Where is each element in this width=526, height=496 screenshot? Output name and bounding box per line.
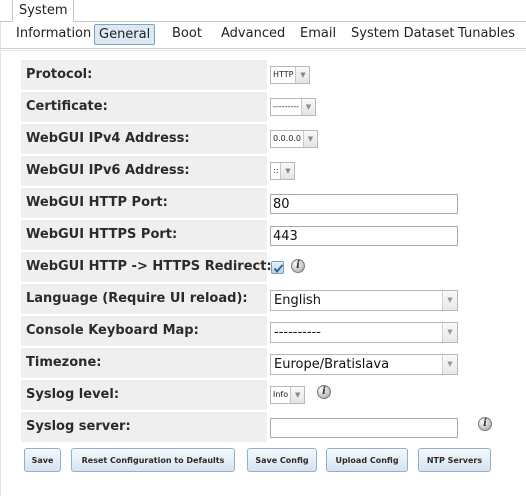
https-port-label: WebGUI HTTPS Port: [21, 220, 267, 250]
form-actions: Save Reset Configuration to Defaults Sav… [21, 448, 501, 472]
tab-general[interactable]: General [94, 24, 156, 45]
ipv6-label: WebGUI IPv6 Address: [21, 156, 267, 186]
chevron-down-icon: ▼ [442, 291, 457, 310]
keyboard-map-value: ---------- [274, 325, 321, 340]
language-row: Language (Require UI reload): English ▼ [21, 284, 495, 316]
tab-advanced[interactable]: Advanced [221, 24, 285, 45]
ntp-servers-button[interactable]: NTP Servers [418, 448, 491, 472]
tab-information[interactable]: Information [16, 24, 91, 45]
ipv4-label: WebGUI IPv4 Address: [21, 124, 267, 154]
chevron-down-icon: ▼ [295, 67, 310, 83]
certificate-select[interactable]: --------- ▼ [270, 98, 316, 116]
reset-defaults-button[interactable]: Reset Configuration to Defaults [71, 448, 235, 472]
language-value: English [274, 293, 321, 308]
protocol-value: HTTP [273, 70, 294, 79]
panel-left-edge [0, 22, 1, 496]
info-icon[interactable]: i [291, 259, 305, 273]
syslog-level-value: Info [273, 390, 289, 399]
window-tab-system[interactable]: System [12, 0, 74, 22]
tab-bar-divider [0, 48, 526, 49]
syslog-server-row: Syslog server: i [21, 412, 495, 444]
info-icon[interactable]: i [317, 385, 331, 399]
redirect-label: WebGUI HTTP -> HTTPS Redirect: [21, 252, 272, 282]
info-icon[interactable]: i [478, 417, 492, 431]
upload-config-button[interactable]: Upload Config [326, 448, 408, 472]
syslog-level-label: Syslog level: [21, 380, 267, 410]
https-port-row: WebGUI HTTPS Port: [21, 220, 495, 252]
ipv6-value: :: [273, 166, 279, 175]
ipv6-select[interactable]: :: ▼ [270, 162, 296, 180]
syslog-level-select[interactable]: Info ▼ [270, 386, 306, 404]
protocol-select[interactable]: HTTP ▼ [270, 66, 311, 84]
protocol-label: Protocol: [21, 60, 267, 90]
chevron-down-icon: ▼ [290, 387, 305, 403]
chevron-down-icon: ▼ [442, 355, 457, 374]
settings-tab-bar: Information General Boot Advanced Email … [0, 24, 526, 46]
syslog-server-input[interactable] [270, 418, 458, 438]
redirect-checkbox[interactable] [271, 261, 284, 274]
syslog-server-label: Syslog server: [21, 412, 267, 442]
timezone-value: Europe/Bratislava [274, 357, 390, 372]
certificate-value: --------- [273, 102, 299, 111]
timezone-select[interactable]: Europe/Bratislava ▼ [270, 354, 458, 375]
keyboard-label: Console Keyboard Map: [21, 316, 267, 346]
window-tab-divider [0, 21, 526, 22]
protocol-row: Protocol: HTTP ▼ [21, 60, 495, 92]
chevron-down-icon: ▼ [442, 323, 457, 342]
timezone-row: Timezone: Europe/Bratislava ▼ [21, 348, 495, 380]
keyboard-map-select[interactable]: ---------- ▼ [270, 322, 458, 343]
tab-email[interactable]: Email [300, 24, 336, 45]
ipv4-select[interactable]: 0.0.0.0 ▼ [270, 130, 318, 148]
ipv4-value: 0.0.0.0 [273, 134, 301, 143]
tab-system-dataset[interactable]: System Dataset [351, 24, 455, 45]
tab-boot[interactable]: Boot [172, 24, 202, 45]
http-port-row: WebGUI HTTP Port: [21, 188, 495, 220]
save-button[interactable]: Save [24, 448, 61, 472]
chevron-down-icon: ▼ [303, 131, 317, 147]
chevron-down-icon: ▼ [300, 99, 315, 115]
language-label: Language (Require UI reload): [21, 284, 267, 314]
checkmark-icon [273, 264, 284, 273]
http-port-label: WebGUI HTTP Port: [21, 188, 267, 218]
timezone-label: Timezone: [21, 348, 267, 378]
certificate-row: Certificate: --------- ▼ [21, 92, 495, 124]
http-port-input[interactable] [270, 194, 458, 214]
ipv6-row: WebGUI IPv6 Address: :: ▼ [21, 156, 495, 188]
chevron-down-icon: ▼ [280, 163, 295, 179]
general-settings-form: Protocol: HTTP ▼ Certificate: --------- … [21, 60, 495, 444]
save-config-button[interactable]: Save Config [247, 448, 317, 472]
redirect-row: WebGUI HTTP -> HTTPS Redirect: i [21, 252, 495, 284]
certificate-label: Certificate: [21, 92, 267, 122]
language-select[interactable]: English ▼ [270, 290, 458, 311]
ipv4-row: WebGUI IPv4 Address: 0.0.0.0 ▼ [21, 124, 495, 156]
syslog-level-row: Syslog level: Info ▼ i [21, 380, 495, 412]
tab-tunables[interactable]: Tunables [458, 24, 515, 45]
keyboard-row: Console Keyboard Map: ---------- ▼ [21, 316, 495, 348]
https-port-input[interactable] [270, 226, 458, 246]
